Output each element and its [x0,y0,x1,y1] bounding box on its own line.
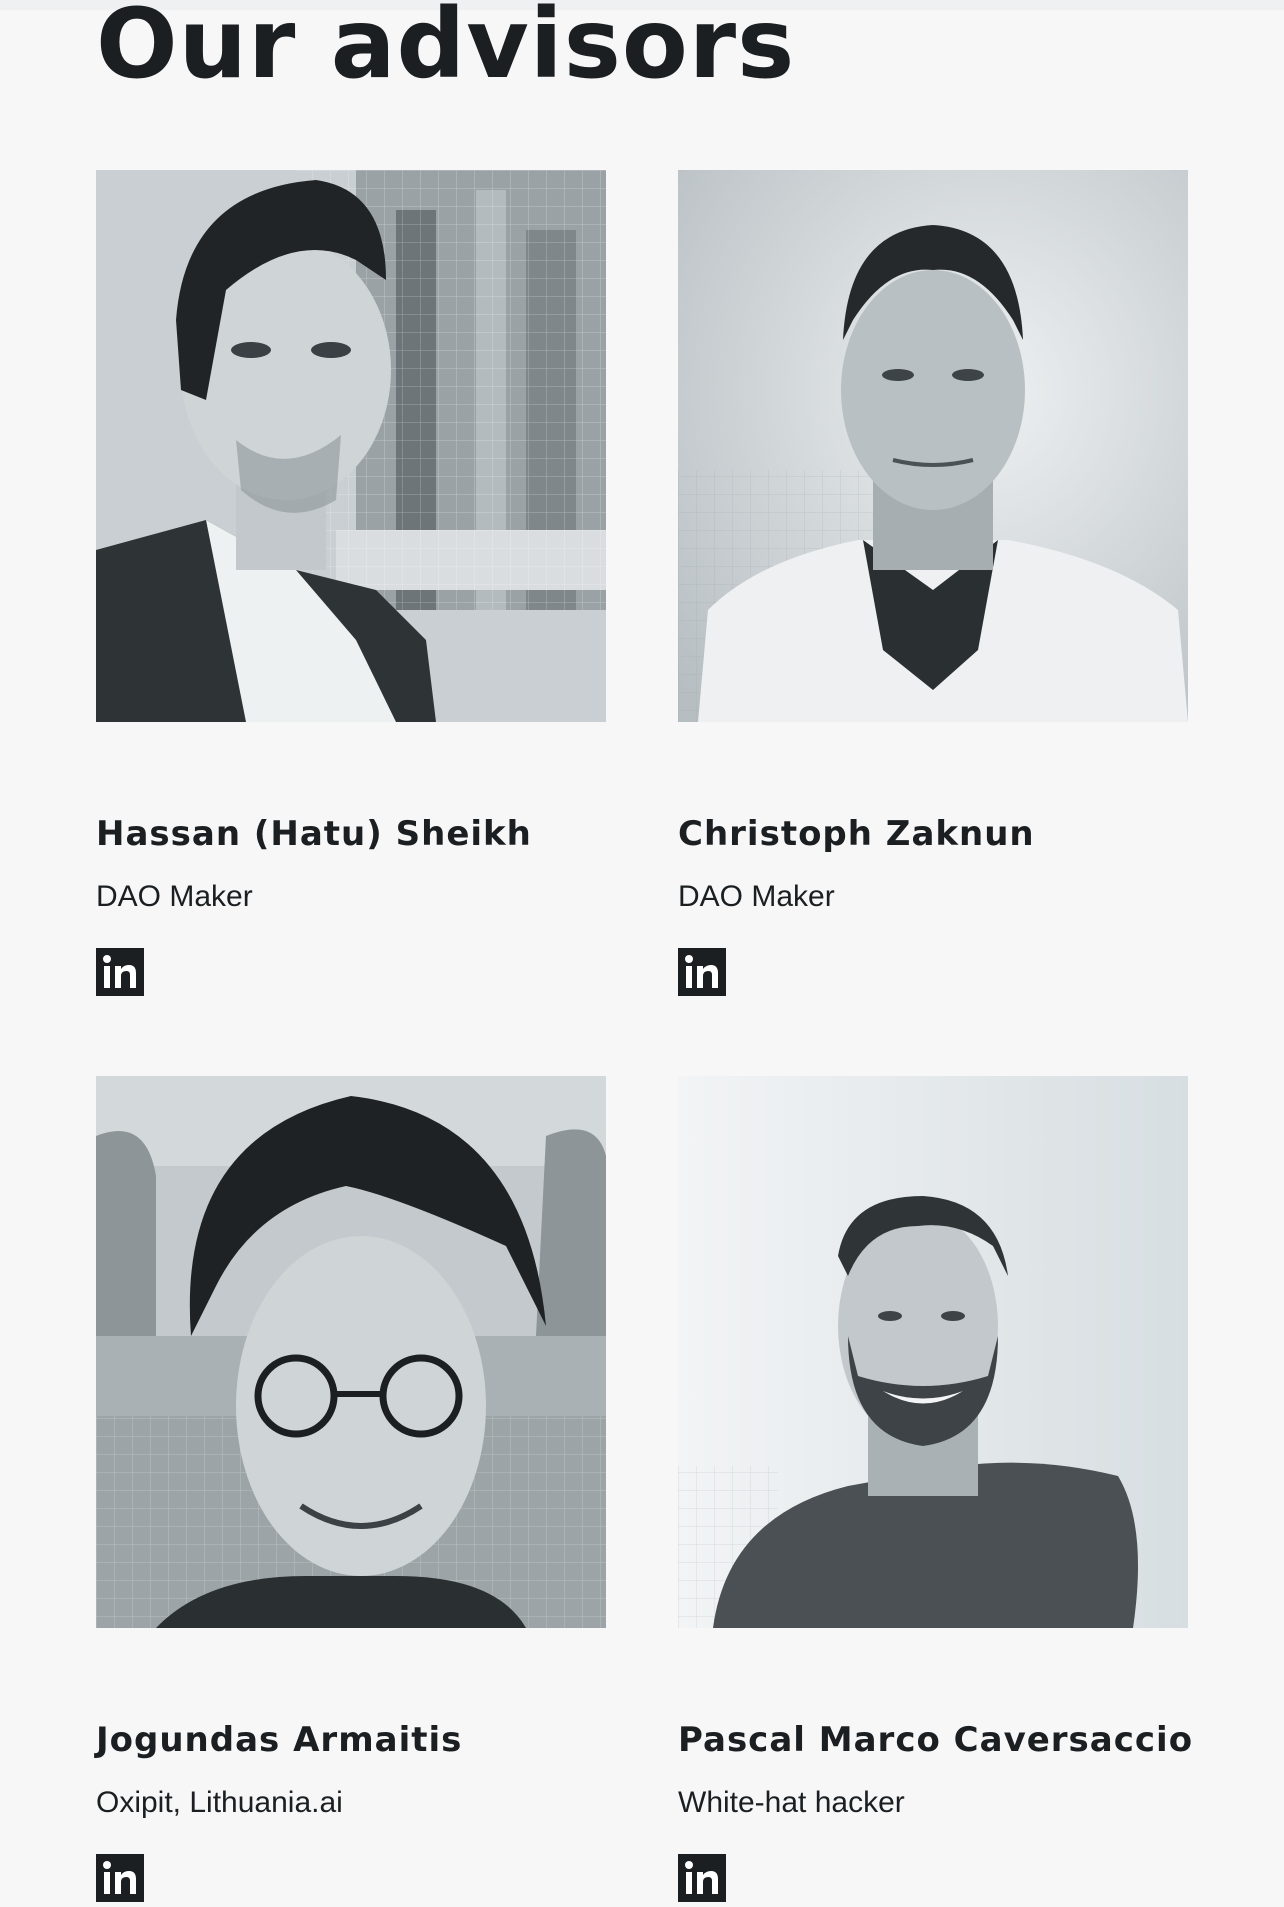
advisor-card: Pascal Marco Caversaccio White-hat hacke… [678,1076,1192,1902]
advisor-photo [96,1076,606,1628]
portrait-image [96,170,606,722]
linkedin-link[interactable] [678,1854,726,1902]
linkedin-icon [685,955,718,988]
portrait-image [96,1076,606,1628]
linkedin-icon [103,1861,136,1894]
advisors-page: Our advisors Hassan (Hatu) Sheikh DAO Ma… [0,0,1284,1907]
advisor-organization: White-hat hacker [678,1786,905,1819]
portrait-image [678,1076,1188,1628]
advisor-photo [678,170,1188,722]
advisor-card: Christoph Zaknun DAO Maker [678,170,1188,996]
linkedin-icon [685,1861,718,1894]
linkedin-link[interactable] [96,1854,144,1902]
portrait-image [678,170,1188,722]
advisor-organization: Oxipit, Lithuania.ai [96,1786,343,1819]
advisor-photo [96,170,606,722]
advisor-organization: DAO Maker [96,880,253,913]
linkedin-link[interactable] [678,948,726,996]
section-title: Our advisors [96,0,796,100]
linkedin-link[interactable] [96,948,144,996]
advisor-photo [678,1076,1188,1628]
advisor-organization: DAO Maker [678,880,835,913]
advisor-name: Hassan (Hatu) Sheikh [96,814,532,854]
linkedin-icon [103,955,136,988]
advisor-name: Christoph Zaknun [678,814,1035,854]
advisor-name: Jogundas Armaitis [96,1720,463,1760]
advisor-name: Pascal Marco Caversaccio [678,1720,1194,1760]
advisor-card: Hassan (Hatu) Sheikh DAO Maker [96,170,606,996]
advisor-card: Jogundas Armaitis Oxipit, Lithuania.ai [96,1076,606,1902]
